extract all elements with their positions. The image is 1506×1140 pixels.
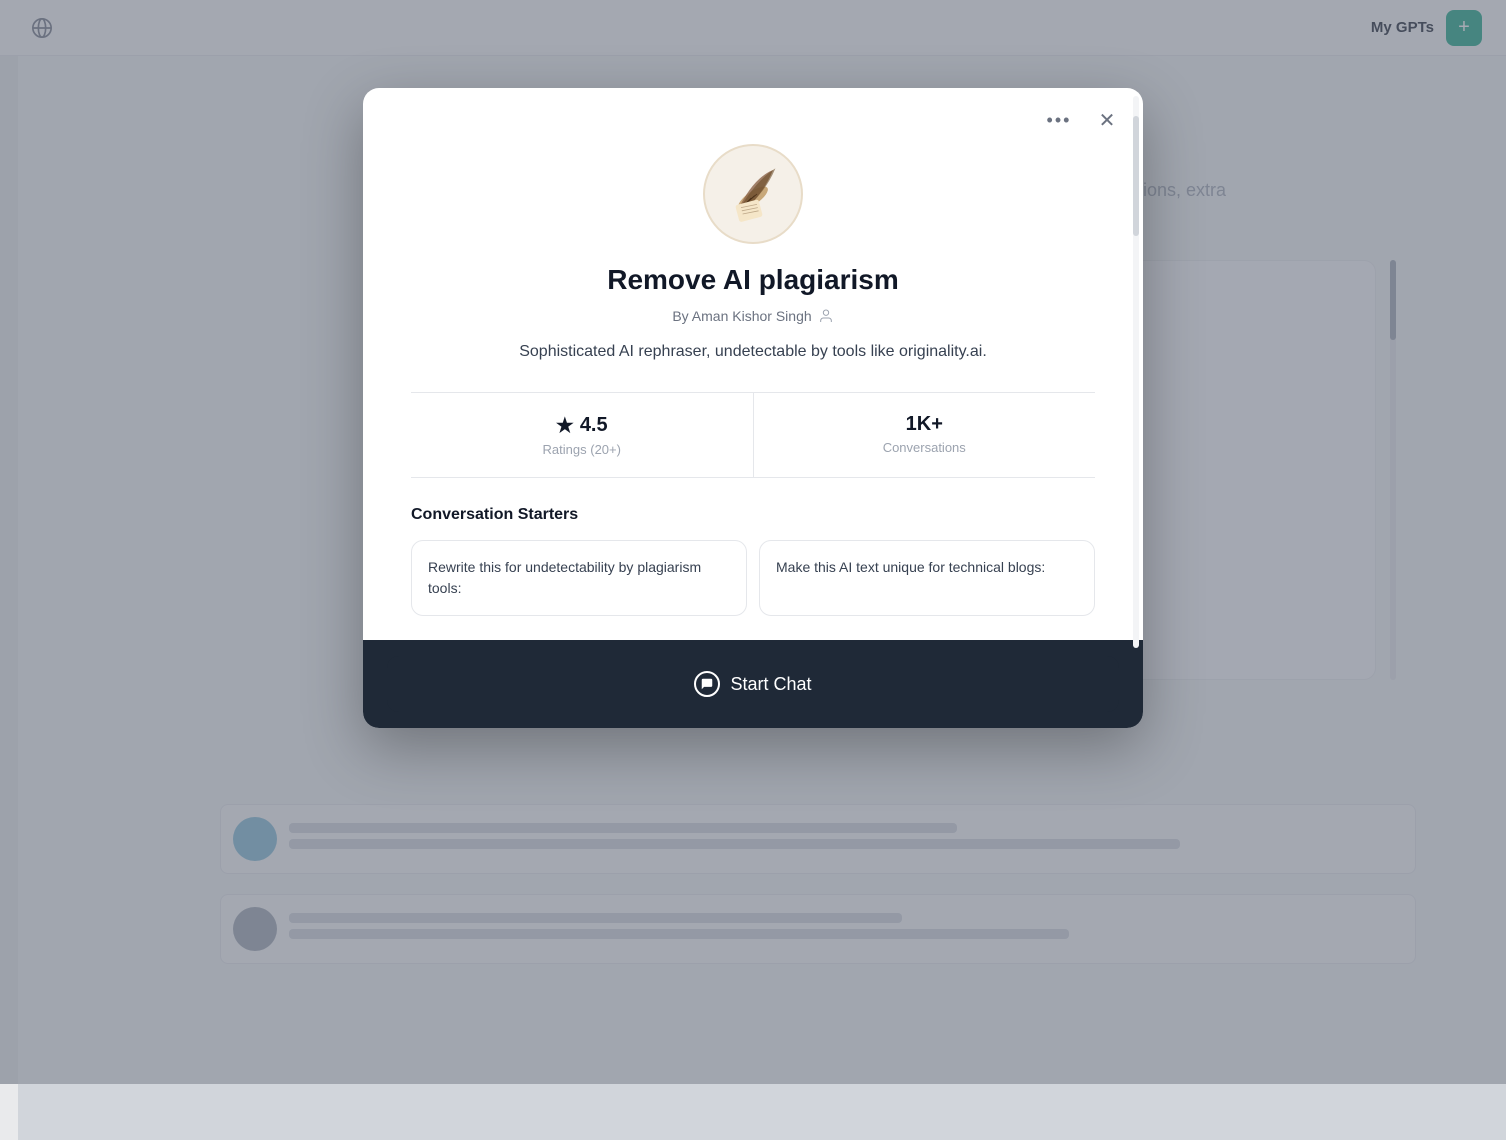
close-button[interactable]: ✕ <box>1091 104 1123 136</box>
rating-stat: ★ 4.5 Ratings (20+) <box>411 393 754 477</box>
gpt-avatar <box>703 144 803 244</box>
author-name: By Aman Kishor Singh <box>672 308 811 324</box>
conversations-value: 1K+ <box>770 413 1080 436</box>
rating-value: ★ 4.5 <box>427 413 737 438</box>
modal-footer: Start Chat <box>363 640 1143 728</box>
stats-row: ★ 4.5 Ratings (20+) 1K+ Conversations <box>411 392 1095 478</box>
starter-card-0[interactable]: Rewrite this for undetectability by plag… <box>411 540 747 616</box>
modal-scrollbar[interactable] <box>1133 96 1139 648</box>
gpt-description: Sophisticated AI rephraser, undetectable… <box>411 340 1095 364</box>
modal-scrollbar-thumb <box>1133 116 1139 236</box>
gpt-author: By Aman Kishor Singh <box>411 308 1095 324</box>
modal-overlay: ••• ✕ <box>0 0 1506 1084</box>
conversation-starters: Conversation Starters Rewrite this for u… <box>411 506 1095 616</box>
gpt-avatar-container <box>411 144 1095 244</box>
start-chat-button[interactable]: Start Chat <box>387 656 1119 712</box>
conversations-stat: 1K+ Conversations <box>754 393 1096 477</box>
modal-scrollable-content: Remove AI plagiarism By Aman Kishor Sing… <box>363 144 1143 640</box>
starter-card-1[interactable]: Make this AI text unique for technical b… <box>759 540 1095 616</box>
more-options-button[interactable]: ••• <box>1043 104 1075 136</box>
modal-header: ••• ✕ <box>363 88 1143 144</box>
starters-grid: Rewrite this for undetectability by plag… <box>411 540 1095 616</box>
modal: ••• ✕ <box>363 88 1143 728</box>
starters-title: Conversation Starters <box>411 506 1095 524</box>
gpt-title: Remove AI plagiarism <box>411 264 1095 296</box>
start-chat-label: Start Chat <box>730 674 811 695</box>
conversations-label: Conversations <box>770 440 1080 455</box>
rating-label: Ratings (20+) <box>427 442 737 457</box>
author-verified-icon <box>818 308 834 324</box>
star-icon: ★ <box>556 413 574 438</box>
modal-body: Remove AI plagiarism By Aman Kishor Sing… <box>363 144 1143 640</box>
chat-bubble-icon <box>694 671 720 697</box>
